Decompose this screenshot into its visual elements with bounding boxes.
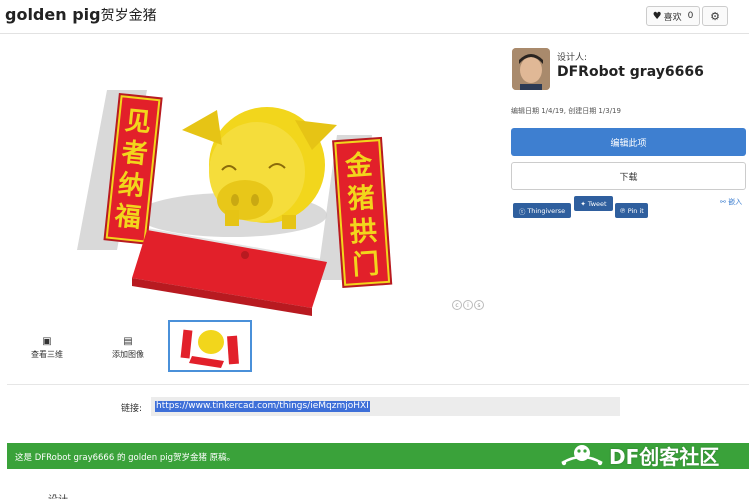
designer-label: 设计人: bbox=[557, 53, 588, 63]
right-banner-char: 门 bbox=[351, 248, 380, 281]
pinit-label: Pin it bbox=[627, 206, 644, 215]
bottom-partial-text: 设计 bbox=[48, 491, 68, 499]
like-count: 0 bbox=[687, 11, 694, 21]
df-logo-text: DF创客社区 bbox=[609, 445, 720, 469]
edit-create-dates: 编辑日期 1/4/19, 创建日期 1/3/19 bbox=[511, 107, 621, 115]
page-title-suffix: 贺岁金猪 bbox=[100, 8, 157, 24]
tweet-button[interactable]: ✦ Tweet bbox=[574, 196, 613, 211]
thingiverse-icon: ⓣ bbox=[518, 207, 526, 216]
link-icon: ⚯ bbox=[720, 198, 726, 206]
view-3d-button[interactable]: ▣ 查看三维 bbox=[12, 336, 82, 360]
share-alike-icon: s bbox=[474, 300, 484, 310]
designer-name[interactable]: DFRobot gray6666 bbox=[557, 64, 704, 80]
add-image-button[interactable]: ▤ 添加图像 bbox=[93, 336, 163, 360]
page-title: golden pig贺岁金猪 bbox=[5, 5, 157, 25]
thingiverse-label: Thingiverse bbox=[527, 206, 566, 215]
like-label: 喜欢 bbox=[663, 12, 682, 23]
df-logo: DF创客社区 bbox=[560, 441, 719, 470]
left-banner-char: 者 bbox=[120, 138, 149, 171]
avatar-image bbox=[512, 48, 550, 90]
left-banner-char: 见 bbox=[123, 106, 152, 139]
cube-icon: ▣ bbox=[42, 336, 52, 347]
model-render: 见 者 纳 福 金 猪 拱 门 bbox=[77, 90, 393, 316]
image-icon: ▤ bbox=[123, 336, 133, 347]
left-banner-char: 纳 bbox=[117, 168, 146, 202]
cc-icon: c bbox=[452, 300, 462, 310]
pinterest-icon: ℗ bbox=[619, 206, 626, 215]
thingiverse-button[interactable]: ⓣ Thingiverse bbox=[513, 203, 571, 218]
add-image-label: 添加图像 bbox=[112, 350, 144, 359]
notice-text: 这是 DFRobot gray6666 的 golden pig贺岁金猪 原稿。 bbox=[15, 453, 236, 463]
tweet-label: Tweet bbox=[587, 199, 607, 208]
link-url[interactable]: https://www.tinkercad.com/things/ieMqzmj… bbox=[155, 401, 370, 412]
thumbnail-selected[interactable] bbox=[168, 320, 252, 372]
right-banner: 金 猪 拱 门 bbox=[332, 136, 393, 289]
right-banner-char: 猪 bbox=[347, 183, 376, 216]
thumbnail-image bbox=[180, 329, 239, 368]
right-banner-char: 金 bbox=[343, 149, 374, 183]
embed-label: 嵌入 bbox=[728, 198, 743, 206]
edit-button[interactable]: 编辑此项 bbox=[511, 128, 746, 156]
right-banner-char: 拱 bbox=[349, 216, 378, 249]
like-button[interactable]: ♥ 喜欢 0 bbox=[646, 6, 700, 26]
model-preview[interactable]: 见 者 纳 福 金 猪 拱 门 c i s bbox=[7, 50, 494, 318]
embed-link[interactable]: ⚯ 嵌入 bbox=[720, 197, 742, 207]
gear-icon: ⚙ bbox=[710, 9, 720, 23]
avatar[interactable] bbox=[512, 48, 550, 90]
page-title-main: golden pig bbox=[5, 5, 101, 24]
twitter-icon: ✦ bbox=[580, 199, 586, 208]
heart-icon: ♥ bbox=[652, 10, 662, 22]
pinit-button[interactable]: ℗ Pin it bbox=[615, 203, 648, 218]
df-logo-icon bbox=[561, 444, 603, 465]
header-divider bbox=[0, 33, 749, 34]
left-banner-char: 福 bbox=[112, 201, 142, 234]
settings-button[interactable]: ⚙ bbox=[702, 6, 728, 26]
attribution-icon: i bbox=[463, 300, 473, 310]
link-label: 链接: bbox=[121, 404, 143, 414]
download-button[interactable]: 下载 bbox=[511, 162, 746, 190]
thumbnail-row: ▣ 查看三维 ▤ 添加图像 bbox=[7, 320, 494, 374]
viewer-controls: c i s bbox=[452, 300, 484, 310]
view-3d-label: 查看三维 bbox=[31, 350, 63, 359]
section-divider bbox=[7, 384, 749, 385]
